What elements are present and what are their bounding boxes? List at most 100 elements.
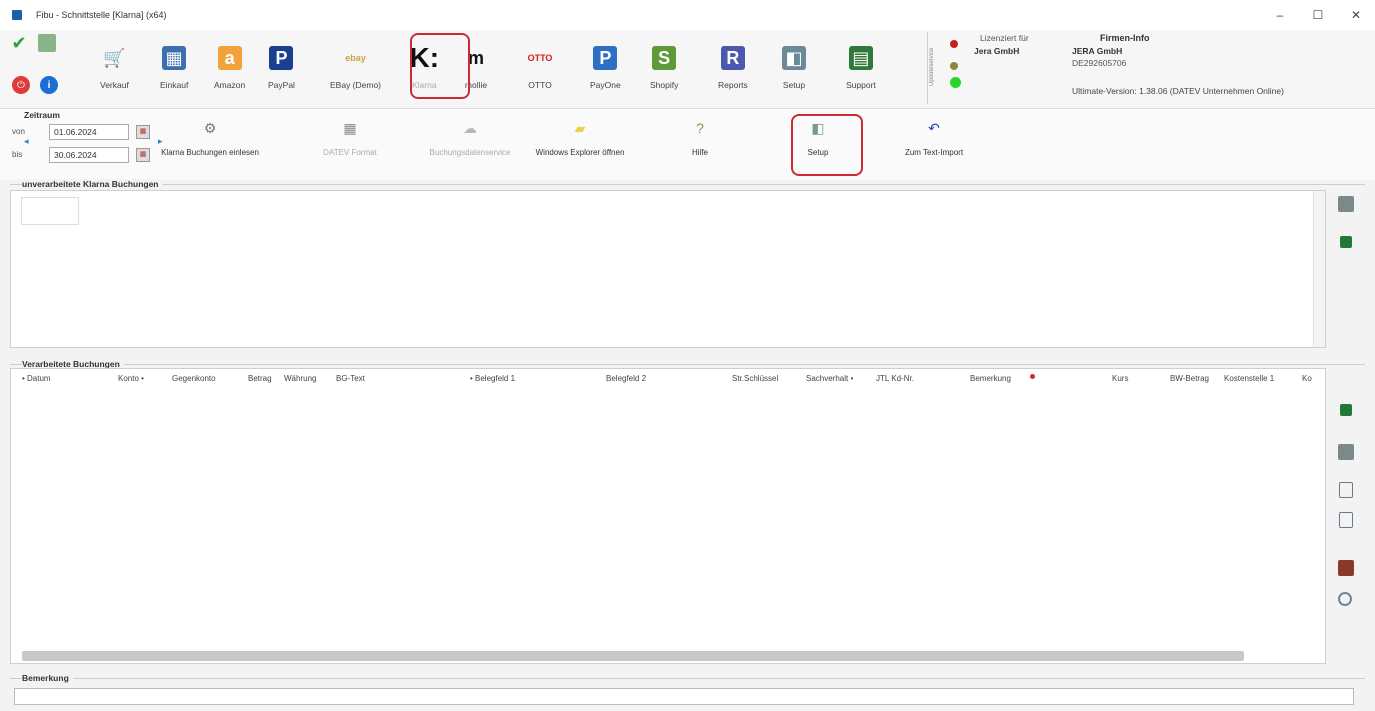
- column-header[interactable]: Konto •: [118, 374, 144, 383]
- von-date-input[interactable]: 01.06.2024: [49, 124, 129, 140]
- grid-layout-icon[interactable]: [1338, 196, 1354, 212]
- info-icon[interactable]: i: [40, 76, 58, 94]
- toolbar-verkauf[interactable]: 🛒 Verkauf: [100, 40, 129, 102]
- action-hilfe[interactable]: ? Hilfe: [660, 118, 740, 157]
- bis-label: bis: [12, 150, 23, 159]
- power-icon[interactable]: ⏻: [12, 76, 30, 94]
- column-header[interactable]: Ko: [1302, 374, 1312, 383]
- column-header[interactable]: Kostenstelle 1: [1224, 374, 1274, 383]
- action-label: Windows Explorer öffnen: [535, 148, 625, 157]
- folder-icon[interactable]: [1338, 560, 1354, 576]
- column-header[interactable]: BW-Betrag: [1170, 374, 1209, 383]
- minimize-button[interactable]: –: [1261, 0, 1299, 30]
- grid-layout-icon-2[interactable]: [1338, 444, 1354, 460]
- toolbar-label: Einkauf: [160, 80, 189, 90]
- toolbar-support[interactable]: ▤ Support: [846, 40, 876, 102]
- vertical-scrollbar[interactable]: [1313, 191, 1325, 347]
- toolbar-icon: ◧: [782, 46, 806, 70]
- column-header[interactable]: Belegfeld 2: [606, 374, 646, 383]
- processed-grid[interactable]: [10, 368, 1326, 664]
- toolbar-label: Reports: [718, 80, 748, 90]
- action-icon: ☁: [463, 119, 477, 136]
- bis-date-input[interactable]: 30.06.2024: [49, 147, 129, 163]
- version-info: Ultimate-Version: 1.38.06 (DATEV Unterne…: [1072, 86, 1284, 96]
- toolbar-paypal[interactable]: P PayPal: [268, 40, 295, 102]
- toolbar-label: Setup: [782, 80, 806, 90]
- status-light-green: [950, 77, 961, 88]
- toolbar-payone[interactable]: P PayOne: [590, 40, 621, 102]
- status-light-red: [950, 40, 958, 48]
- setup-highlight: [791, 114, 863, 176]
- action-label: Buchungsdatenservice: [429, 148, 511, 157]
- action-klarna-buchungen-einlesen[interactable]: ⚙ Klarna Buchungen einlesen: [161, 118, 259, 158]
- company-label: Firmen-Info: [1100, 33, 1150, 43]
- date-back-icon[interactable]: ◂: [24, 136, 29, 147]
- toolbar-icon: R: [720, 46, 745, 70]
- column-header[interactable]: Kurs: [1112, 374, 1128, 383]
- column-header[interactable]: Währung: [284, 374, 316, 383]
- toolbar-amazon[interactable]: a Amazon: [214, 40, 245, 102]
- horizontal-scrollbar[interactable]: [22, 651, 1244, 661]
- column-header[interactable]: Gegenkonto: [172, 374, 216, 383]
- confirm-icon[interactable]: ✔: [10, 33, 28, 53]
- search-icon[interactable]: [1338, 592, 1352, 606]
- toolbar-ebay-demo[interactable]: ebay EBay (Demo): [330, 40, 381, 102]
- column-header[interactable]: JTL Kd-Nr.: [876, 374, 914, 383]
- column-header[interactable]: Bemerkung: [970, 374, 1011, 383]
- excel-export-icon-2[interactable]: [1340, 404, 1352, 416]
- window-controls: – ☐ ✕: [1261, 0, 1375, 30]
- column-header[interactable]: • Belegfeld 1: [470, 374, 515, 383]
- toolbar-setup[interactable]: ◧ Setup: [782, 40, 806, 102]
- zeitraum-title: Zeitraum: [24, 110, 60, 120]
- bis-calendar-icon[interactable]: ▦: [136, 148, 150, 162]
- von-label: von: [12, 127, 25, 136]
- toolbar-label: EBay (Demo): [330, 80, 382, 90]
- action-label: Klarna Buchungen einlesen: [161, 148, 259, 157]
- toolbar-icon: S: [652, 46, 677, 70]
- action-label: DATEV Format: [323, 148, 377, 157]
- action-icon: ↶: [928, 119, 940, 136]
- printer-icon[interactable]: [38, 34, 56, 52]
- toolbar-icon: 🛒: [103, 47, 126, 68]
- column-header[interactable]: Betrag: [248, 374, 272, 383]
- remark-input[interactable]: [14, 688, 1354, 705]
- maximize-button[interactable]: ☐: [1299, 0, 1337, 30]
- von-calendar-icon[interactable]: ▦: [136, 125, 150, 139]
- toolbar-label: Shopify: [650, 80, 679, 90]
- toolbar-otto[interactable]: OTTO OTTO: [527, 40, 553, 102]
- toolbar-label: Verkauf: [100, 80, 129, 90]
- action-icon: ▦: [343, 119, 357, 136]
- column-header[interactable]: • Datum: [22, 374, 51, 383]
- column-header[interactable]: BG-Text: [336, 374, 365, 383]
- status-light-yellow: [950, 62, 958, 70]
- column-header[interactable]: Sachverhalt •: [806, 374, 853, 383]
- company-name: JERA GmbH: [1072, 46, 1123, 56]
- toolbar-shopify[interactable]: S Shopify: [650, 40, 678, 102]
- toolbar-divider: [927, 32, 928, 104]
- toolbar-icon: P: [593, 46, 618, 70]
- column-header[interactable]: Str.Schlüssel: [732, 374, 778, 383]
- updateservice-label: Updateservice: [929, 47, 935, 87]
- quick-actions: ✔ ⏻ i: [10, 33, 70, 104]
- close-button[interactable]: ✕: [1337, 0, 1375, 30]
- date-forward-icon[interactable]: ▸: [158, 136, 163, 147]
- unprocessed-grid[interactable]: [10, 190, 1326, 348]
- license-label: Lizenziert für: [980, 33, 1029, 43]
- toolbar-label: Amazon: [214, 80, 246, 90]
- excel-export-icon[interactable]: [1340, 236, 1352, 248]
- toolbar-icon: a: [217, 46, 242, 70]
- action-windows-explorer-öffnen[interactable]: ▰ Windows Explorer öffnen: [536, 118, 625, 158]
- toolbar-einkauf[interactable]: ▦ Einkauf: [160, 40, 188, 102]
- toolbar-label: PayPal: [268, 80, 295, 90]
- toolbar-icon: OTTO: [527, 53, 553, 63]
- toolbar-icon: ebay: [345, 53, 366, 63]
- document-icon[interactable]: [1339, 482, 1353, 498]
- action-label: Zum Text-Import: [904, 148, 964, 157]
- action-buchungsdatenservice: ☁ Buchungsdatenservice: [429, 118, 511, 158]
- action-label: Hilfe: [691, 148, 708, 157]
- remark-section-title: Bemerkung: [22, 673, 73, 683]
- document-icon-2[interactable]: [1339, 512, 1353, 528]
- action-zum-text-import[interactable]: ↶ Zum Text-Import: [894, 118, 974, 158]
- toolbar-icon: ▤: [848, 46, 873, 70]
- toolbar-reports[interactable]: R Reports: [718, 40, 748, 102]
